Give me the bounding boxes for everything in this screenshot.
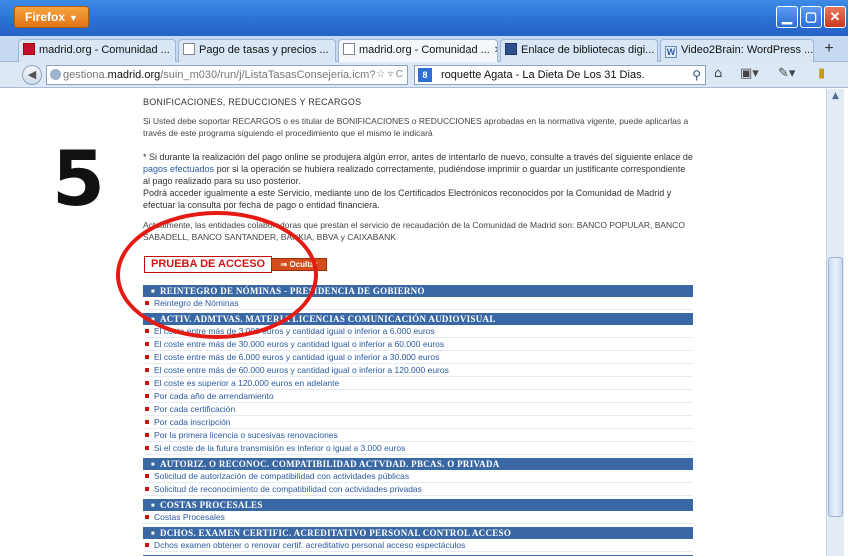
fee-item-link[interactable]: Costas Procesales <box>143 511 693 524</box>
bullet-icon <box>145 342 149 346</box>
bullet-icon <box>145 487 149 491</box>
maximize-button[interactable]: ▢ <box>800 6 822 28</box>
wordpress-favicon-icon: W <box>665 46 677 58</box>
fee-item-link[interactable]: Solicitud de autorización de compatibili… <box>143 470 693 483</box>
fee-item-link[interactable]: Solicitud de reconocimiento de compatibi… <box>143 483 693 496</box>
page-content: BONIFICACIONES, REDUCCIONES Y RECARGOS S… <box>0 89 848 556</box>
fee-item-label: Costas Procesales <box>154 512 225 522</box>
firefox-menu-label: Firefox <box>25 10 66 24</box>
madrid-favicon-icon <box>23 43 35 55</box>
firefox-menu-button[interactable]: Firefox ▼ <box>14 6 89 28</box>
book-favicon-icon <box>505 43 517 55</box>
paragraph-text: * Si durante la realización del pago onl… <box>143 152 693 162</box>
pagos-efectuados-link[interactable]: pagos efectuados <box>143 164 214 174</box>
fee-item-label: Por cada inscripción <box>154 417 231 427</box>
certificates-paragraph: Podrá acceder igualmente a este Servicio… <box>143 188 672 210</box>
bullet-icon <box>145 355 149 359</box>
recargos-paragraph: Si Usted debe soportar RECARGOS o es tit… <box>143 116 689 138</box>
fee-item-label: El coste es superior a 120.000 euros en … <box>154 378 340 388</box>
url-path: /suin_m030/run/j/ListaTasasConsejeria.ic… <box>160 69 385 81</box>
browser-tab[interactable]: Pago de tasas y precios ... <box>178 39 336 62</box>
url-domain: madrid.org <box>107 69 161 81</box>
paragraph-text: por si la operación se hubiera realizado… <box>143 164 686 186</box>
bullet-icon <box>145 433 149 437</box>
bookmarks-menu-icon[interactable]: ▣▾ <box>740 66 759 81</box>
tab-label: Pago de tasas y precios ... <box>199 44 329 56</box>
fee-item-link[interactable]: Dchos examen obtener o renovar certif. a… <box>143 539 693 552</box>
navigation-bar: ◀ gestiona.madrid.org/suin_m030/run/j/Li… <box>0 62 848 88</box>
minimize-button[interactable]: ▁ <box>776 6 798 28</box>
fee-item-label: Dchos examen obtener o renovar certif. a… <box>154 540 466 550</box>
highlight-circle <box>116 211 318 339</box>
browser-tab[interactable]: madrid.org - Comunidad ... <box>18 39 176 62</box>
bullet-icon <box>145 368 149 372</box>
fee-item-label: El coste entre más de 6.000 euros y cant… <box>154 352 440 362</box>
fee-item-link[interactable]: Si el coste de la futura transmisión es … <box>143 442 693 455</box>
search-value: roquette Agata - La Dieta De Los 31 Dias… <box>441 69 645 81</box>
page-favicon-icon <box>183 43 195 55</box>
new-tab-button[interactable]: + <box>818 40 840 60</box>
close-tab-icon[interactable]: ✕ <box>494 45 497 56</box>
category-header: AUTORIZ. O RECONOC. COMPATIBILIDAD ACTVD… <box>143 458 693 470</box>
search-engine-icon[interactable]: 8 <box>418 68 432 82</box>
address-bar[interactable]: gestiona.madrid.org/suin_m030/run/j/List… <box>46 65 408 85</box>
section-title: BONIFICACIONES, REDUCCIONES Y RECARGOS <box>143 97 362 107</box>
bullet-icon <box>145 420 149 424</box>
fee-item-link[interactable]: El coste entre más de 60.000 euros y can… <box>143 364 693 377</box>
step-number: 5 <box>52 134 105 223</box>
addons-icon[interactable]: ✎▾ <box>778 66 795 81</box>
bookmark-folder-icon[interactable]: ▮ <box>818 66 825 81</box>
back-arrow-icon[interactable]: ◀ <box>22 65 42 85</box>
browser-tab[interactable]: Enlace de bibliotecas digi... <box>500 39 658 62</box>
fee-item-link[interactable]: Por cada certificación <box>143 403 693 416</box>
bullet-icon <box>145 446 149 450</box>
fee-item-link[interactable]: Por cada inscripción <box>143 416 693 429</box>
fee-item-link[interactable]: El coste es superior a 120.000 euros en … <box>143 377 693 390</box>
page-favicon-icon <box>343 43 355 55</box>
tab-label: Enlace de bibliotecas digi... <box>521 44 655 56</box>
home-icon[interactable]: ⌂ <box>714 66 722 81</box>
vertical-scrollbar[interactable]: ▲ <box>826 89 844 556</box>
scroll-thumb[interactable] <box>828 257 843 517</box>
chevron-down-icon: ▼ <box>69 13 78 23</box>
browser-tab[interactable]: W Video2Brain: WordPress ... <box>660 39 814 62</box>
search-icon[interactable]: ⚲ <box>692 66 701 84</box>
browser-tab-active[interactable]: madrid.org - Comunidad ... ✕ <box>338 39 498 62</box>
tab-label: madrid.org - Comunidad ... <box>359 44 490 56</box>
bullet-icon <box>145 543 149 547</box>
site-identity-icon[interactable] <box>50 69 61 80</box>
category-header: COSTAS PROCESALES <box>143 499 693 511</box>
fee-item-label: Por cada certificación <box>154 404 236 414</box>
window-titlebar: Firefox ▼ ▁ ▢ ✕ <box>0 0 848 36</box>
url-prefix: gestiona. <box>63 69 108 81</box>
fee-item-label: Por cada año de arrendamiento <box>154 391 274 401</box>
fee-item-link[interactable]: El coste entre más de 6.000 euros y cant… <box>143 351 693 364</box>
fee-item-label: Solicitud de autorización de compatibili… <box>154 471 410 481</box>
bullet-icon <box>145 407 149 411</box>
close-window-button[interactable]: ✕ <box>824 6 846 28</box>
bullet-icon <box>145 474 149 478</box>
payment-error-paragraph: * Si durante la realización del pago onl… <box>143 151 693 187</box>
search-input[interactable]: 8 roquette Agata - La Dieta De Los 31 Di… <box>414 65 706 85</box>
bullet-icon <box>145 515 149 519</box>
fee-item-label: Si el coste de la futura transmisión es … <box>154 443 406 453</box>
tab-strip: madrid.org - Comunidad ... Pago de tasas… <box>0 36 848 62</box>
fee-item-link[interactable]: El coste entre más de 30.000 euros y can… <box>143 338 693 351</box>
bookmark-star-reload-icon[interactable]: ☆ ▿ C <box>376 66 403 84</box>
fee-item-label: Solicitud de reconocimiento de compatibi… <box>154 484 422 494</box>
bullet-icon <box>145 329 149 333</box>
tab-label: madrid.org - Comunidad ... <box>39 44 170 56</box>
fee-item-label: El coste entre más de 60.000 euros y can… <box>154 365 449 375</box>
bullet-icon <box>145 394 149 398</box>
fee-item-label: El coste entre más de 30.000 euros y can… <box>154 339 445 349</box>
fee-item-link[interactable]: Por la primera licencia o sucesivas reno… <box>143 429 693 442</box>
tab-label: Video2Brain: WordPress ... <box>681 44 814 56</box>
fee-item-label: Por la primera licencia o sucesivas reno… <box>154 430 338 440</box>
category-header: DCHOS. EXAMEN CERTIFIC. ACREDITATIVO PER… <box>143 527 693 539</box>
bullet-icon <box>145 381 149 385</box>
fee-item-link[interactable]: Por cada año de arrendamiento <box>143 390 693 403</box>
scroll-up-arrow-icon[interactable]: ▲ <box>827 91 844 105</box>
